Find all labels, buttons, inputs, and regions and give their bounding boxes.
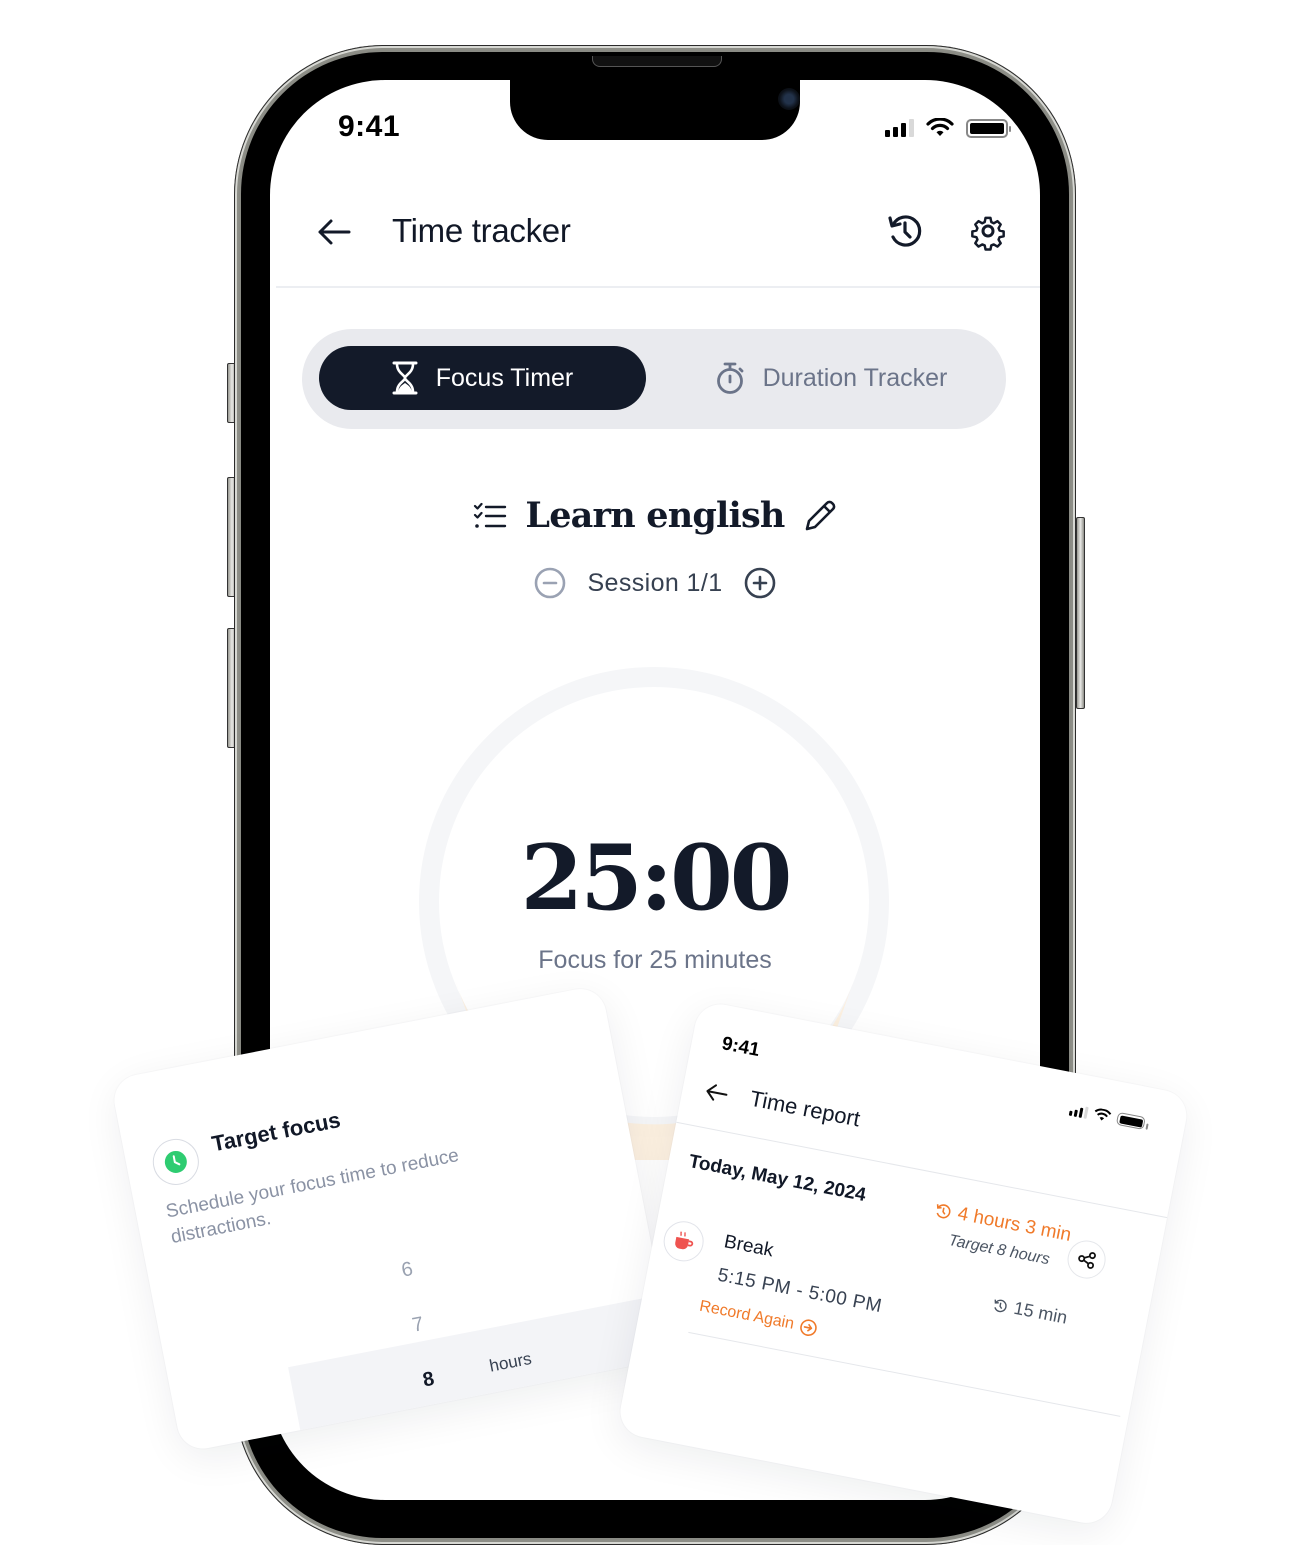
entry-duration-value: 15 min bbox=[1012, 1297, 1070, 1328]
entry-icon-wrap bbox=[660, 1217, 708, 1265]
session-row: Session 1/1 bbox=[270, 566, 1040, 600]
report-back-button[interactable] bbox=[702, 1081, 730, 1110]
edit-task-button[interactable] bbox=[803, 499, 837, 533]
front-camera bbox=[778, 88, 800, 110]
speaker-grille bbox=[592, 56, 722, 67]
arrow-right-circle-icon bbox=[800, 1319, 817, 1337]
header-divider bbox=[276, 286, 1040, 288]
settings-button[interactable] bbox=[967, 210, 1009, 252]
power-button bbox=[1076, 517, 1085, 709]
share-icon bbox=[1078, 1252, 1096, 1269]
hourglass-icon bbox=[392, 361, 418, 395]
task-title: Learn english bbox=[525, 495, 785, 536]
history-icon bbox=[994, 1299, 1007, 1312]
wifi-icon bbox=[926, 118, 954, 136]
tab-focus-timer[interactable]: Focus Timer bbox=[319, 346, 646, 410]
picker-option[interactable]: 6 bbox=[400, 1258, 415, 1283]
minus-circle-icon bbox=[535, 567, 566, 599]
entry-duration: 15 min bbox=[990, 1294, 1069, 1329]
app-header: Time tracker bbox=[270, 200, 1040, 286]
battery-icon bbox=[1115, 1111, 1146, 1130]
arrow-left-icon bbox=[318, 219, 351, 245]
gear-icon bbox=[971, 216, 1005, 251]
report-status-icons bbox=[1068, 1103, 1146, 1130]
entry-divider bbox=[688, 1331, 1121, 1417]
task-row: Learn english bbox=[270, 495, 1040, 536]
stopwatch-icon bbox=[716, 362, 743, 394]
history-icon bbox=[888, 215, 922, 247]
history-icon bbox=[936, 1204, 951, 1219]
notch bbox=[510, 80, 800, 140]
decrement-session-button[interactable] bbox=[533, 566, 567, 600]
plus-circle-icon bbox=[744, 567, 775, 599]
battery-icon bbox=[966, 118, 1011, 138]
arrow-left-icon bbox=[706, 1084, 728, 1101]
target-focus-title: Target focus bbox=[209, 1107, 343, 1157]
signal-icon bbox=[1068, 1103, 1089, 1119]
timer-value: 25:00 bbox=[520, 825, 793, 931]
session-label: Session 1/1 bbox=[587, 568, 723, 597]
increment-session-button[interactable] bbox=[743, 566, 777, 600]
checklist-icon bbox=[474, 502, 507, 528]
history-button[interactable] bbox=[884, 210, 926, 252]
report-date: Today, May 12, 2024 bbox=[687, 1151, 868, 1206]
picker-option[interactable]: 7 bbox=[410, 1313, 425, 1338]
wifi-icon bbox=[1094, 1108, 1112, 1121]
signal-icon bbox=[885, 119, 914, 137]
record-again-link[interactable]: Record Again bbox=[698, 1298, 819, 1339]
target-focus-icon-wrap bbox=[148, 1134, 203, 1189]
mode-tabs: Focus Timer Duration Tracker bbox=[302, 329, 1006, 429]
back-button[interactable] bbox=[314, 212, 354, 252]
entry-name: Break bbox=[722, 1231, 776, 1262]
time-report-card: 9:41 Time report Today, May 12, 2024 4 h… bbox=[616, 1000, 1191, 1528]
status-time: 9:41 bbox=[338, 110, 401, 143]
clock-icon bbox=[164, 1150, 187, 1173]
tab-duration-tracker[interactable]: Duration Tracker bbox=[672, 346, 990, 410]
report-status-time: 9:41 bbox=[720, 1033, 762, 1062]
share-button[interactable] bbox=[1064, 1237, 1109, 1282]
coffee-cup-icon bbox=[675, 1231, 694, 1250]
tab-label: Focus Timer bbox=[435, 363, 574, 392]
report-title: Time report bbox=[747, 1085, 863, 1132]
page-title: Time tracker bbox=[392, 212, 571, 249]
record-again-label: Record Again bbox=[697, 1297, 796, 1333]
pencil-icon bbox=[805, 500, 835, 530]
timer-caption: Focus for 25 minutes bbox=[538, 946, 772, 974]
tab-label: Duration Tracker bbox=[762, 363, 948, 392]
status-icons bbox=[885, 118, 1011, 138]
